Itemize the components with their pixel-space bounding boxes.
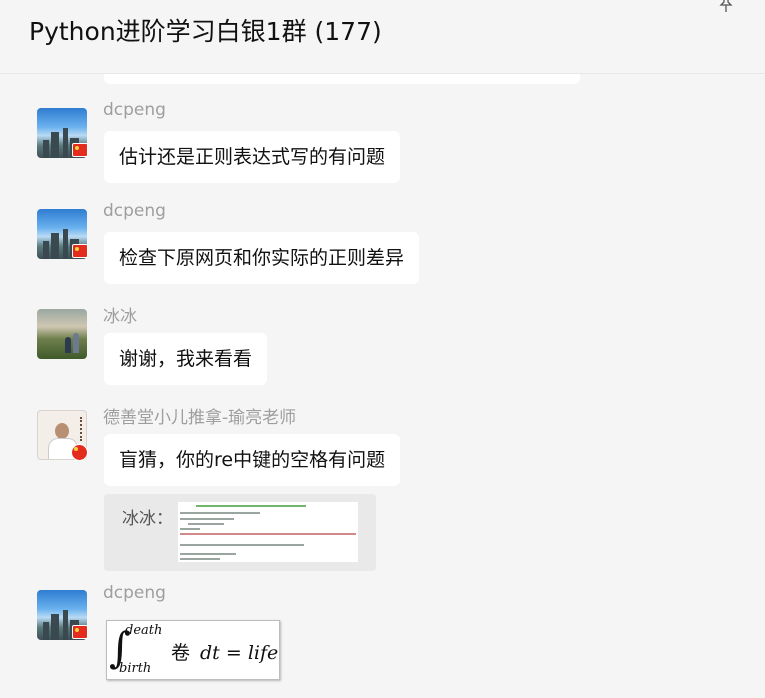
message-bubble[interactable]: 谢谢，我来看看	[104, 333, 268, 385]
sender-name: 冰冰	[103, 307, 137, 327]
china-flag-icon	[72, 625, 88, 639]
integral-lower-bound: birth	[119, 661, 152, 676]
quoted-message[interactable]: 冰冰：	[104, 494, 376, 571]
quote-sender-label: 冰冰：	[122, 509, 173, 529]
chat-header: Python进阶学习白银1群 (177)	[0, 0, 765, 74]
formula-image[interactable]: ∫ death birth 卷 dt = life	[106, 620, 280, 680]
sender-name: dcpeng	[103, 100, 166, 120]
integral-expression: dt = life	[200, 642, 279, 664]
message-bubble[interactable]: 估计还是正则表达式写的有问题	[104, 131, 401, 183]
sender-name: dcpeng	[103, 201, 166, 221]
china-flag-icon	[72, 244, 88, 258]
code-screenshot-thumbnail[interactable]	[178, 502, 358, 562]
china-flag-icon	[72, 143, 88, 157]
china-flag-icon	[71, 444, 88, 461]
chat-title: Python进阶学习白银1群 (177)	[29, 17, 382, 46]
previous-message-bubble	[104, 74, 580, 84]
juan-char: 卷	[171, 642, 191, 664]
message-bubble[interactable]: 检查下原网页和你实际的正则差异	[104, 232, 420, 284]
avatar[interactable]	[37, 309, 87, 359]
integral-body: 卷 dt = life	[171, 638, 278, 665]
message-bubble[interactable]: 盲猜，你的re中键的空格有问题	[104, 434, 401, 486]
pin-icon[interactable]	[716, 0, 736, 14]
sender-name: 德善堂小儿推拿-瑜亮老师	[103, 408, 297, 428]
integral-upper-bound: death	[125, 623, 163, 638]
sender-name: dcpeng	[103, 583, 166, 603]
